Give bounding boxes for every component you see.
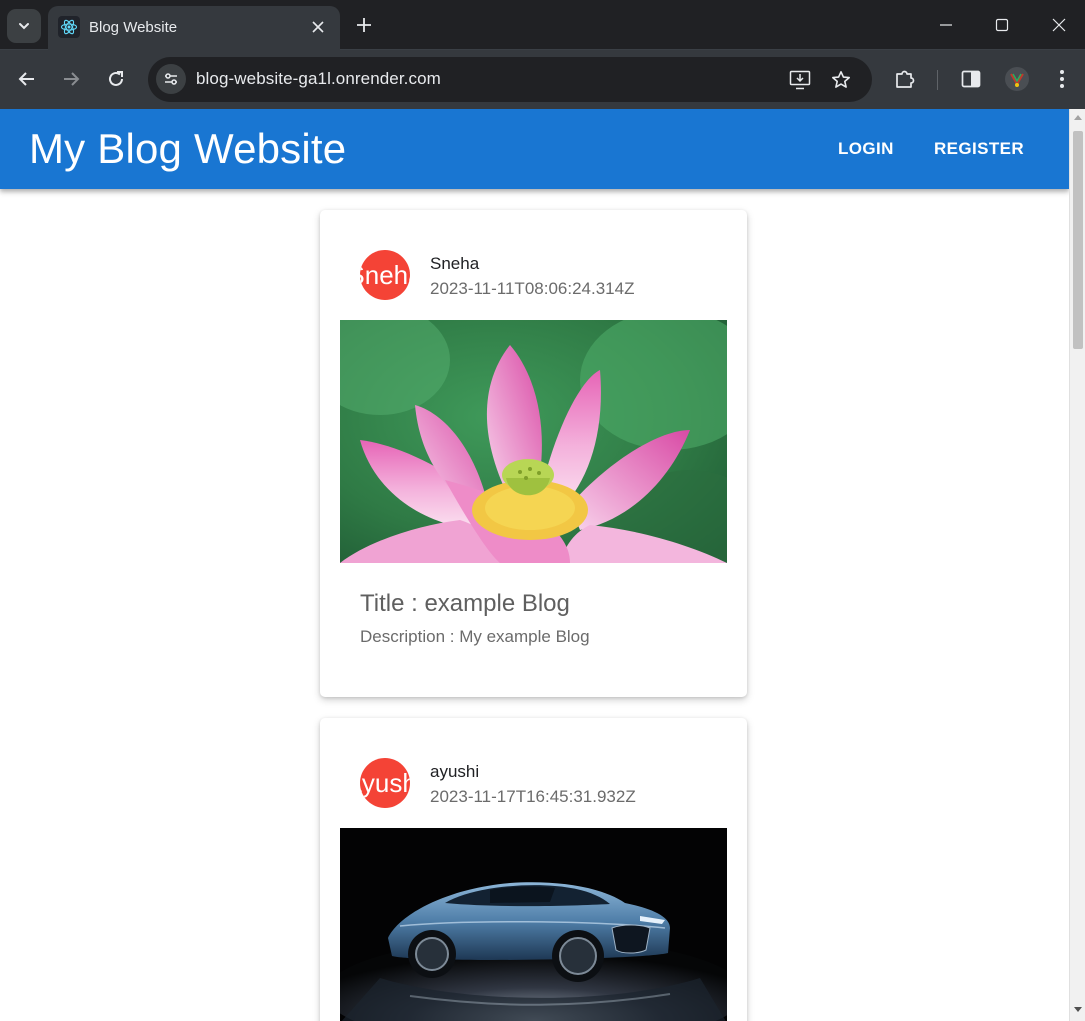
extensions-button[interactable] xyxy=(890,64,920,94)
page-viewport: My Blog Website LOGIN REGISTER Sneha Sne… xyxy=(0,109,1069,1021)
blog-card: ayushi ayushi 2023-11-17T16:45:31.932Z xyxy=(320,718,747,1021)
side-panel-icon xyxy=(961,70,981,88)
app-bar: My Blog Website LOGIN REGISTER xyxy=(0,109,1069,189)
bookmark-button[interactable] xyxy=(828,67,854,93)
post-date: 2023-11-11T08:06:24.314Z xyxy=(430,279,635,298)
avatar-initials: Sneha xyxy=(360,259,410,290)
close-icon xyxy=(312,21,324,33)
minimize-icon xyxy=(940,24,952,26)
install-app-button[interactable] xyxy=(787,67,813,93)
tab-strip: Blog Website xyxy=(0,0,1085,50)
post-title: Title : example Blog xyxy=(360,590,570,617)
site-title[interactable]: My Blog Website xyxy=(29,125,346,173)
react-logo-icon xyxy=(58,16,80,38)
browser-menu-button[interactable] xyxy=(1047,64,1077,94)
scroll-thumb[interactable] xyxy=(1073,131,1083,349)
post-date: 2023-11-17T16:45:31.932Z xyxy=(430,787,636,806)
register-button[interactable]: REGISTER xyxy=(934,139,1024,159)
scroll-down-arrow[interactable] xyxy=(1074,1007,1082,1012)
blog-card: Sneha Sneha 2023-11-11T08:06:24.314Z xyxy=(320,210,747,697)
plus-icon xyxy=(357,18,371,32)
browser-toolbar: blog-website-ga1l.onrender.com xyxy=(0,50,1085,109)
minimize-button[interactable] xyxy=(917,0,975,50)
reload-button[interactable] xyxy=(100,63,132,95)
close-icon xyxy=(1052,18,1066,32)
post-image xyxy=(340,828,727,1021)
more-vert-icon xyxy=(1060,70,1064,88)
page-scrollbar[interactable] xyxy=(1069,109,1085,1021)
puzzle-icon xyxy=(896,70,915,88)
maximize-button[interactable] xyxy=(973,0,1031,50)
star-icon xyxy=(832,71,850,88)
side-panel-button[interactable] xyxy=(956,64,986,94)
back-arrow-icon xyxy=(18,72,34,86)
post-author: Sneha xyxy=(430,254,480,273)
profile-button[interactable] xyxy=(1002,64,1032,94)
address-bar[interactable]: blog-website-ga1l.onrender.com xyxy=(148,57,872,102)
tab-search-button[interactable] xyxy=(7,9,41,43)
avatar: Sneha xyxy=(360,250,410,300)
sports-car-image xyxy=(340,828,727,1021)
tab-title: Blog Website xyxy=(89,19,178,36)
toolbar-divider xyxy=(937,70,938,90)
avatar: ayushi xyxy=(360,758,410,808)
login-button[interactable]: LOGIN xyxy=(838,139,894,159)
lotus-flower-image xyxy=(340,320,727,563)
profile-avatar-icon xyxy=(1005,67,1029,91)
maximize-icon xyxy=(995,18,1009,32)
avatar-initials: ayushi xyxy=(360,767,410,798)
close-window-button[interactable] xyxy=(1030,0,1085,50)
tune-icon xyxy=(165,73,177,85)
forward-button[interactable] xyxy=(55,63,87,95)
reload-icon xyxy=(109,71,123,86)
browser-tab[interactable]: Blog Website xyxy=(48,6,340,50)
install-app-icon xyxy=(789,70,811,90)
new-tab-button[interactable] xyxy=(352,13,376,37)
tab-close-button[interactable] xyxy=(308,17,328,37)
post-image xyxy=(340,320,727,563)
site-info-button[interactable] xyxy=(156,64,186,94)
post-author: ayushi xyxy=(430,762,480,781)
forward-arrow-icon xyxy=(64,72,80,86)
scroll-up-arrow[interactable] xyxy=(1074,115,1082,120)
post-description: Description : My example Blog xyxy=(360,627,590,646)
chevron-down-icon xyxy=(19,23,29,30)
back-button[interactable] xyxy=(11,63,43,95)
url-text[interactable]: blog-website-ga1l.onrender.com xyxy=(196,69,441,89)
